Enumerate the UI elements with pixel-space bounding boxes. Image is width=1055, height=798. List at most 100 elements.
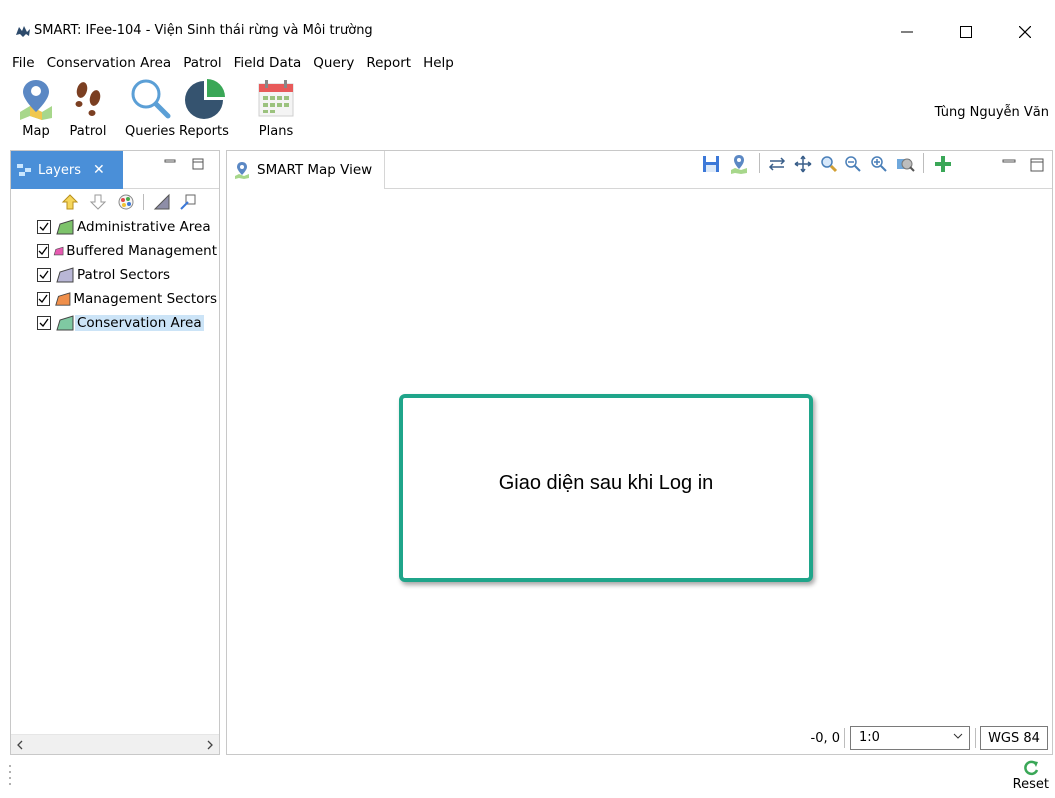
maximize-icon (960, 26, 972, 38)
layer-row-management-sectors[interactable]: Management Sectors (11, 287, 219, 311)
title-bar: SMART: IFee-104 - Viện Sinh thái rừng và… (0, 10, 1055, 52)
toolbar-patrol-button[interactable]: Patrol (68, 78, 108, 139)
tab-layers-label: Layers (38, 162, 82, 178)
toolbar-queries-label: Queries (125, 124, 176, 139)
checkmark-icon (38, 246, 48, 256)
scale-value: 1:0 (859, 730, 880, 745)
toolbar-separator (143, 194, 144, 210)
style-palette-icon[interactable] (117, 193, 135, 211)
move-up-icon[interactable] (61, 193, 79, 211)
maximize-panel-icon[interactable] (191, 157, 205, 171)
map-tab-bar: SMART Map View (227, 151, 1052, 189)
layer-checkbox[interactable] (37, 292, 50, 306)
menu-field-data[interactable]: Field Data (234, 55, 302, 71)
tab-layers[interactable]: Layers ✕ (11, 151, 123, 189)
close-tab-icon[interactable]: ✕ (93, 162, 105, 178)
tab-smart-map-view[interactable]: SMART Map View (227, 151, 385, 189)
callout-text: Giao diện sau khi Log in (498, 471, 714, 494)
layers-panel: Layers ✕ Administrative Area Buffered Ma… (10, 150, 220, 755)
add-layer-icon[interactable] (933, 154, 953, 174)
menu-bar: File Conservation Area Patrol Field Data… (0, 52, 1055, 74)
menu-conservation-area[interactable]: Conservation Area (47, 55, 172, 71)
layer-row-administrative-area[interactable]: Administrative Area (11, 215, 219, 239)
polygon-layer-icon[interactable] (153, 193, 171, 211)
map-pin-icon (235, 162, 249, 179)
layers-tab-bar: Layers ✕ (11, 151, 219, 189)
scale-select[interactable]: 1:0 (850, 726, 970, 750)
menu-patrol[interactable]: Patrol (183, 55, 221, 71)
coordinates-readout: -0, 0 (810, 731, 841, 746)
layer-name: Management Sectors (73, 291, 217, 307)
toolbar-map-button[interactable]: Map (16, 78, 56, 139)
map-pin-icon (20, 80, 52, 120)
magnifier-icon (131, 79, 171, 119)
tab-map-view-label: SMART Map View (257, 162, 373, 178)
minimize-button[interactable] (887, 20, 927, 44)
checkmark-icon (39, 318, 49, 328)
toolbar-separator (923, 153, 924, 173)
chevron-down-icon (953, 733, 963, 739)
layers-icon (17, 164, 31, 176)
annotation-callout: Giao diện sau khi Log in (399, 394, 813, 582)
zoom-in-icon[interactable] (869, 154, 889, 174)
move-down-icon[interactable] (89, 193, 107, 211)
polygon-style-icon (53, 246, 64, 256)
toolbar-queries-button[interactable]: Queries (125, 78, 175, 139)
layer-row-buffered-management[interactable]: Buffered Management (11, 239, 219, 263)
layer-checkbox[interactable] (37, 268, 51, 282)
layers-toolbar (11, 189, 219, 215)
zoom-icon[interactable] (819, 154, 839, 174)
polygon-style-icon (56, 219, 74, 235)
toolbar-patrol-label: Patrol (69, 124, 107, 139)
pie-chart-icon (184, 79, 225, 119)
main-toolbar: Map Patrol Queries Reports Plans Tùng Ng… (0, 74, 1055, 146)
checkmark-icon (38, 294, 48, 304)
maximize-panel-icon[interactable] (1027, 154, 1047, 174)
checkmark-icon (39, 222, 49, 232)
toolbar-plans-button[interactable]: Plans (256, 78, 296, 139)
layer-row-patrol-sectors[interactable]: Patrol Sectors (11, 263, 219, 287)
scroll-left-icon[interactable] (15, 740, 25, 750)
zoom-out-icon[interactable] (843, 154, 863, 174)
footprints-icon (75, 82, 101, 116)
minimize-panel-icon[interactable] (999, 154, 1019, 174)
close-icon (1019, 26, 1031, 38)
checkmark-icon (39, 270, 49, 280)
map-canvas[interactable]: Giao diện sau khi Log in (227, 189, 1052, 726)
close-button[interactable] (1005, 20, 1045, 44)
crs-button[interactable]: WGS 84 (980, 726, 1048, 750)
layer-checkbox[interactable] (37, 316, 51, 330)
user-name[interactable]: Tùng Nguyễn Văn (935, 105, 1049, 120)
toolbar-reports-button[interactable]: Reports (179, 78, 229, 139)
save-icon[interactable] (701, 154, 721, 174)
maximize-button[interactable] (946, 20, 986, 44)
zoom-extent-icon[interactable] (895, 154, 915, 174)
calendar-icon (258, 80, 294, 117)
minimize-panel-icon[interactable] (163, 157, 177, 171)
map-status-line: -0, 0 1:0 WGS 84 (227, 726, 1052, 750)
layer-checkbox[interactable] (37, 244, 49, 258)
measure-icon[interactable] (767, 154, 787, 174)
refresh-icon (1024, 760, 1038, 776)
layer-properties-icon[interactable] (179, 193, 197, 211)
scroll-right-icon[interactable] (205, 740, 215, 750)
status-separator (844, 728, 845, 748)
menu-query[interactable]: Query (313, 55, 354, 71)
minimize-icon (901, 31, 913, 33)
polygon-style-icon (56, 315, 74, 331)
toolbar-plans-label: Plans (258, 124, 294, 139)
pan-icon[interactable] (793, 154, 813, 174)
horizontal-scrollbar[interactable] (11, 734, 219, 754)
reset-label: Reset (1012, 777, 1049, 792)
map-location-icon[interactable] (729, 154, 749, 174)
toolbar-map-label: Map (22, 124, 50, 139)
layer-name: Conservation Area (75, 315, 204, 331)
menu-help[interactable]: Help (423, 55, 454, 71)
layer-row-conservation-area[interactable]: Conservation Area (11, 311, 219, 335)
layer-checkbox[interactable] (37, 220, 51, 234)
menu-report[interactable]: Report (366, 55, 411, 71)
polygon-style-icon (56, 267, 74, 283)
reset-button[interactable]: Reset (1013, 759, 1049, 792)
drag-handle-icon[interactable] (8, 763, 12, 787)
menu-file[interactable]: File (12, 55, 35, 71)
